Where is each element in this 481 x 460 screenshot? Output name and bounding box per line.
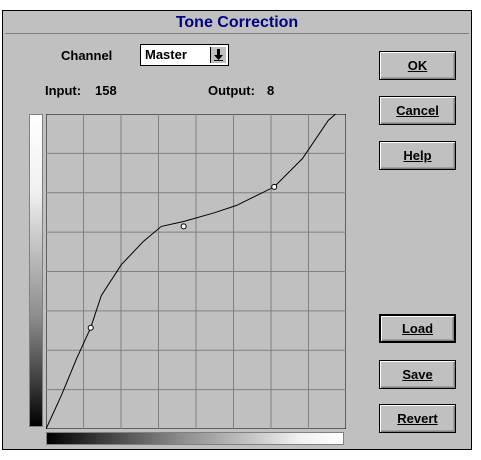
channel-select-value: Master xyxy=(145,47,187,62)
cancel-button[interactable]: Cancel xyxy=(379,96,456,125)
load-button[interactable]: Load xyxy=(379,314,456,343)
input-label: Input: xyxy=(45,83,82,98)
output-label: Output: xyxy=(208,83,255,98)
dialog-title: Tone Correction xyxy=(5,13,469,34)
save-button[interactable]: Save xyxy=(379,360,456,389)
dropdown-arrow-icon[interactable] xyxy=(210,47,226,63)
tone-correction-dialog: Tone Correction Channel Master Input: 15… xyxy=(2,10,472,450)
output-value: 8 xyxy=(267,83,275,98)
ok-button[interactable]: OK xyxy=(379,51,456,80)
help-button[interactable]: Help xyxy=(379,141,456,170)
revert-button[interactable]: Revert xyxy=(379,404,456,433)
curve-control-point[interactable] xyxy=(87,324,94,331)
channel-select[interactable]: Master xyxy=(140,44,229,66)
output-gradient-ramp xyxy=(29,114,43,427)
channel-label: Channel xyxy=(61,48,113,63)
tone-curve-graph[interactable] xyxy=(46,114,346,429)
input-value: 158 xyxy=(95,83,117,98)
curve-control-point[interactable] xyxy=(180,223,187,230)
curve-control-point[interactable] xyxy=(271,183,278,190)
input-gradient-ramp xyxy=(46,432,344,445)
